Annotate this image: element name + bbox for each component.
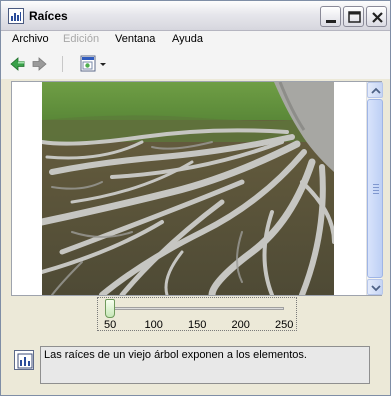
zoom-tick-label: 200 <box>231 319 250 331</box>
zoom-track[interactable] <box>110 307 284 310</box>
zoom-tick-label: 100 <box>144 319 163 331</box>
maximize-icon <box>348 11 361 23</box>
vertical-scrollbar[interactable] <box>366 82 383 295</box>
window-title: Raíces <box>29 9 68 23</box>
toolbar-separator <box>62 56 63 72</box>
roots-photo <box>42 82 334 295</box>
scroll-up-button[interactable] <box>367 82 383 98</box>
back-button[interactable] <box>9 55 27 73</box>
close-button[interactable] <box>366 6 387 27</box>
caption-panel: Las raíces de un viejo árbol exponen a l… <box>9 340 384 390</box>
thumb-grip-line <box>373 184 379 185</box>
caption-text: Las raíces de un viejo árbol exponen a l… <box>40 346 370 384</box>
close-icon <box>372 12 383 23</box>
zoom-tick-label: 50 <box>104 319 117 331</box>
thumb-grip-line <box>373 190 379 191</box>
menu-archivo[interactable]: Archivo <box>12 33 49 45</box>
scroll-thumb[interactable] <box>367 99 383 278</box>
menu-ayuda[interactable]: Ayuda <box>172 33 203 45</box>
chevron-down-icon <box>371 285 381 292</box>
maximize-button[interactable] <box>343 6 364 27</box>
back-arrow-icon <box>10 57 25 71</box>
info-panel-icon <box>17 353 33 369</box>
zoom-thumb[interactable] <box>105 299 115 318</box>
minimize-button[interactable] <box>320 6 341 27</box>
thumb-grip-line <box>373 187 379 188</box>
title-bar[interactable]: Raíces <box>1 1 390 31</box>
zoom-tick-label: 250 <box>275 319 294 331</box>
menu-edicion[interactable]: Edición <box>63 33 99 45</box>
caption-icon[interactable] <box>14 350 34 370</box>
chevron-up-icon <box>371 87 381 94</box>
image-viewport[interactable] <box>11 81 383 296</box>
viewer-window: Raíces Archivo Edición Ventana Ayuda 50 … <box>0 0 391 396</box>
minimize-icon <box>326 20 336 23</box>
view-options-icon <box>80 55 106 72</box>
scroll-down-button[interactable] <box>367 279 383 295</box>
forward-arrow-icon <box>32 57 47 71</box>
app-icon <box>8 8 24 24</box>
toolbar <box>1 49 390 79</box>
zoom-tick-label: 150 <box>188 319 207 331</box>
thumb-grip-line <box>373 193 379 194</box>
zoom-slider-panel: 50 100 150 200 250 <box>97 297 297 331</box>
menu-ventana[interactable]: Ventana <box>115 33 155 45</box>
view-options-button[interactable] <box>79 55 109 73</box>
forward-button[interactable] <box>30 55 48 73</box>
menu-bar: Archivo Edición Ventana Ayuda <box>1 31 390 49</box>
